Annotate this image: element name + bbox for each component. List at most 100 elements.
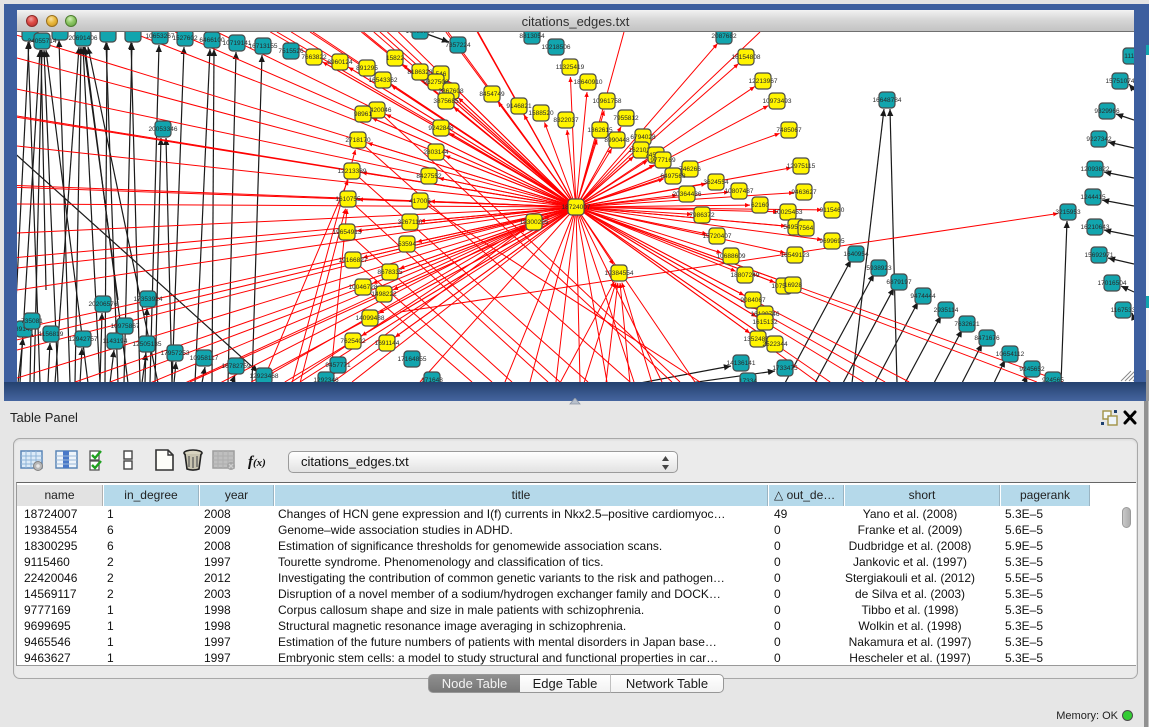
svg-text:9227342: 9227342 xyxy=(1086,136,1112,143)
svg-text:735081: 735081 xyxy=(21,318,43,325)
svg-text:7515526: 7515526 xyxy=(278,48,304,55)
svg-text:1588520: 1588520 xyxy=(528,110,554,117)
svg-text:8471676: 8471676 xyxy=(974,335,1000,342)
svg-text:9457771: 9457771 xyxy=(325,362,351,369)
svg-text:7632621: 7632621 xyxy=(954,321,980,328)
svg-text:17164855: 17164855 xyxy=(398,356,427,363)
svg-text:20206576: 20206576 xyxy=(89,301,118,308)
svg-text:10654112: 10654112 xyxy=(996,351,1025,358)
svg-text:14099488: 14099488 xyxy=(356,315,385,322)
svg-text:15692971: 15692971 xyxy=(1085,252,1114,259)
svg-text:98961: 98961 xyxy=(354,111,372,118)
svg-text:7357224: 7357224 xyxy=(445,42,471,49)
svg-text:7625402: 7625402 xyxy=(340,338,366,345)
svg-text:17353924: 17353924 xyxy=(134,296,163,303)
svg-text:15720407: 15720407 xyxy=(703,233,732,240)
svg-text:12505135: 12505135 xyxy=(133,341,162,348)
svg-text:3624554: 3624554 xyxy=(703,179,729,186)
svg-text:17957253: 17957253 xyxy=(161,350,190,357)
svg-text:10973493: 10973493 xyxy=(763,98,792,105)
svg-text:10025453: 10025453 xyxy=(774,209,803,216)
svg-text:6794028: 6794028 xyxy=(630,134,656,141)
svg-text:9474444: 9474444 xyxy=(910,293,936,300)
svg-text:16713155: 16713155 xyxy=(249,43,278,50)
svg-text:17016504: 17016504 xyxy=(1098,280,1127,287)
svg-text:8990448: 8990448 xyxy=(604,137,630,144)
svg-text:9146821: 9146821 xyxy=(506,103,532,110)
svg-text:12093822: 12093822 xyxy=(1081,166,1110,173)
svg-text:9084067: 9084067 xyxy=(740,297,766,304)
svg-text:f(x): f(x) xyxy=(248,454,266,470)
svg-text:18807249: 18807249 xyxy=(731,272,760,279)
svg-text:9777169: 9777169 xyxy=(650,157,676,164)
svg-text:1691144: 1691144 xyxy=(375,340,400,347)
svg-text:10719141: 10719141 xyxy=(223,40,252,47)
svg-text:18724007: 18724007 xyxy=(562,204,591,211)
svg-text:15751074: 15751074 xyxy=(1106,78,1134,85)
svg-text:1244415: 1244415 xyxy=(1080,194,1106,201)
svg-text:7955812: 7955812 xyxy=(613,115,639,122)
svg-text:5938923: 5938923 xyxy=(866,265,892,272)
svg-text:7485067: 7485067 xyxy=(776,127,802,134)
svg-text:16154808: 16154808 xyxy=(732,54,761,61)
svg-text:11325419: 11325419 xyxy=(556,64,585,71)
svg-text:1167533: 1167533 xyxy=(1111,307,1134,314)
svg-text:10958117: 10958117 xyxy=(190,355,219,362)
svg-text:8678335: 8678335 xyxy=(377,269,403,276)
svg-text:8960124: 8960124 xyxy=(327,59,353,66)
svg-text:19166827: 19166827 xyxy=(339,257,368,264)
svg-text:891295: 891295 xyxy=(356,65,378,72)
svg-text:16928: 16928 xyxy=(784,282,802,289)
svg-text:171648: 171648 xyxy=(421,377,443,382)
svg-text:1615132: 1615132 xyxy=(752,319,778,326)
svg-text:53594: 53594 xyxy=(398,241,416,248)
svg-text:1498222: 1498222 xyxy=(371,291,397,298)
svg-text:6466100: 6466100 xyxy=(199,37,225,44)
svg-text:12942757: 12942757 xyxy=(69,336,98,343)
svg-text:16782759: 16782759 xyxy=(222,363,251,370)
svg-text:24055714: 24055714 xyxy=(28,38,57,45)
svg-text:16648784: 16648784 xyxy=(873,97,902,104)
svg-text:18300295: 18300295 xyxy=(520,219,549,226)
svg-text:1156819: 1156819 xyxy=(39,331,64,338)
svg-text:16543362: 16543362 xyxy=(369,77,398,84)
svg-text:16033809: 16033809 xyxy=(406,32,435,35)
svg-text:12975115: 12975115 xyxy=(787,163,816,170)
svg-text:8427552: 8427552 xyxy=(416,173,442,180)
svg-text:16549123: 16549123 xyxy=(781,252,810,259)
svg-text:3875685: 3875685 xyxy=(433,98,459,105)
svg-text:2803144: 2803144 xyxy=(423,149,449,156)
svg-text:1112: 1112 xyxy=(1124,53,1134,60)
svg-text:3215953: 3215953 xyxy=(1055,209,1081,216)
svg-text:9329966: 9329966 xyxy=(1094,108,1120,115)
svg-text:19218506: 19218506 xyxy=(542,44,571,51)
svg-text:62160: 62160 xyxy=(751,202,769,209)
svg-text:1733475: 1733475 xyxy=(772,365,798,372)
svg-text:9115460: 9115460 xyxy=(820,207,845,214)
svg-text:8813054: 8813054 xyxy=(519,33,545,40)
svg-text:3267110: 3267110 xyxy=(398,219,423,226)
svg-text:18640910: 18640910 xyxy=(574,79,603,86)
svg-text:746266: 746266 xyxy=(679,166,701,173)
svg-text:1527602: 1527602 xyxy=(172,35,198,42)
svg-text:12923468: 12923468 xyxy=(250,373,279,380)
svg-text:2935114: 2935114 xyxy=(934,307,959,314)
svg-text:20053346: 20053346 xyxy=(149,126,178,133)
svg-text:2087682: 2087682 xyxy=(711,33,737,40)
svg-text:9245652: 9245652 xyxy=(1019,366,1045,373)
svg-text:417006: 417006 xyxy=(409,198,431,205)
svg-text:10653267: 10653267 xyxy=(146,33,175,40)
svg-text:7663822: 7663822 xyxy=(301,54,327,61)
svg-text:9463627: 9463627 xyxy=(791,189,817,196)
svg-text:6879197: 6879197 xyxy=(886,279,912,286)
svg-text:14136141: 14136141 xyxy=(727,360,756,367)
svg-text:8322037: 8322037 xyxy=(553,117,579,124)
svg-text:10975867: 10975867 xyxy=(111,323,140,330)
svg-text:10961758: 10961758 xyxy=(593,98,622,105)
svg-text:7986372: 7986372 xyxy=(689,212,715,219)
svg-text:924565: 924565 xyxy=(1042,377,1064,382)
svg-text:16210643: 16210643 xyxy=(1081,224,1110,231)
svg-text:19654913: 19654913 xyxy=(333,229,362,236)
svg-text:8454749: 8454749 xyxy=(479,91,505,98)
svg-text:7564: 7564 xyxy=(799,225,814,232)
